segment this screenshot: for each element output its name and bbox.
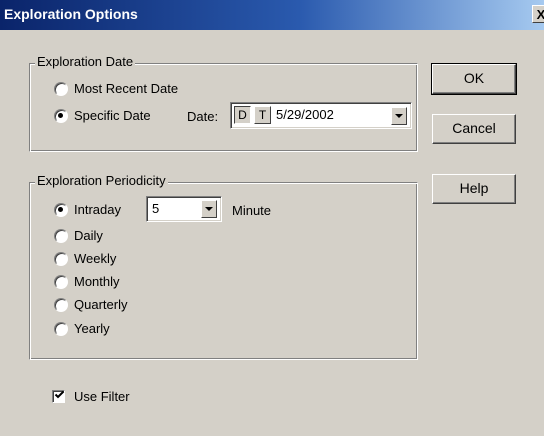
date-field-label: Date: bbox=[187, 109, 219, 124]
radio-weekly-label[interactable]: Weekly bbox=[74, 250, 116, 267]
window-title: Exploration Options bbox=[4, 6, 138, 22]
radio-daily-label[interactable]: Daily bbox=[74, 227, 103, 244]
minute-label: Minute bbox=[232, 203, 272, 218]
radio-quarterly-indicator[interactable] bbox=[54, 298, 68, 312]
use-filter-label[interactable]: Use Filter bbox=[74, 388, 130, 405]
intraday-interval-value[interactable]: 5 bbox=[152, 200, 159, 217]
exploration-periodicity-group-label: Exploration Periodicity bbox=[35, 173, 168, 188]
radio-yearly-label[interactable]: Yearly bbox=[74, 320, 110, 337]
radio-weekly-indicator[interactable] bbox=[54, 252, 68, 266]
date-mode-toggle[interactable]: D bbox=[234, 106, 251, 124]
radio-quarterly-label[interactable]: Quarterly bbox=[74, 296, 127, 313]
radio-intraday-label[interactable]: Intraday bbox=[74, 201, 121, 218]
date-value[interactable]: 5/29/2002 bbox=[276, 106, 334, 123]
use-filter-checkbox[interactable] bbox=[52, 390, 65, 403]
radio-yearly-indicator[interactable] bbox=[54, 322, 68, 336]
title-bar[interactable]: Exploration Options X bbox=[0, 0, 544, 30]
chevron-down-icon[interactable] bbox=[201, 200, 217, 218]
exploration-options-dialog: Exploration Options X Exploration Date M… bbox=[0, 0, 544, 436]
ok-button[interactable]: OK bbox=[431, 63, 517, 95]
radio-daily-indicator[interactable] bbox=[54, 229, 68, 243]
radio-monthly-label[interactable]: Monthly bbox=[74, 273, 120, 290]
checkmark-icon bbox=[54, 390, 65, 399]
radio-monthly-indicator[interactable] bbox=[54, 275, 68, 289]
radio-specific-date-indicator[interactable] bbox=[54, 109, 68, 123]
time-mode-toggle[interactable]: T bbox=[254, 106, 271, 124]
help-button[interactable]: Help bbox=[432, 174, 516, 204]
radio-most-recent-date-label[interactable]: Most Recent Date bbox=[74, 80, 178, 97]
cancel-button[interactable]: Cancel bbox=[432, 114, 516, 144]
radio-intraday-indicator[interactable] bbox=[54, 203, 68, 217]
close-icon[interactable]: X bbox=[532, 5, 544, 23]
exploration-date-group-label: Exploration Date bbox=[35, 54, 136, 69]
radio-most-recent-date-indicator[interactable] bbox=[54, 82, 68, 96]
date-picker[interactable]: D T 5/29/2002 bbox=[230, 102, 412, 129]
chevron-down-icon[interactable] bbox=[391, 107, 407, 125]
intraday-interval-select[interactable]: 5 bbox=[146, 196, 222, 222]
radio-specific-date-label[interactable]: Specific Date bbox=[74, 107, 151, 124]
